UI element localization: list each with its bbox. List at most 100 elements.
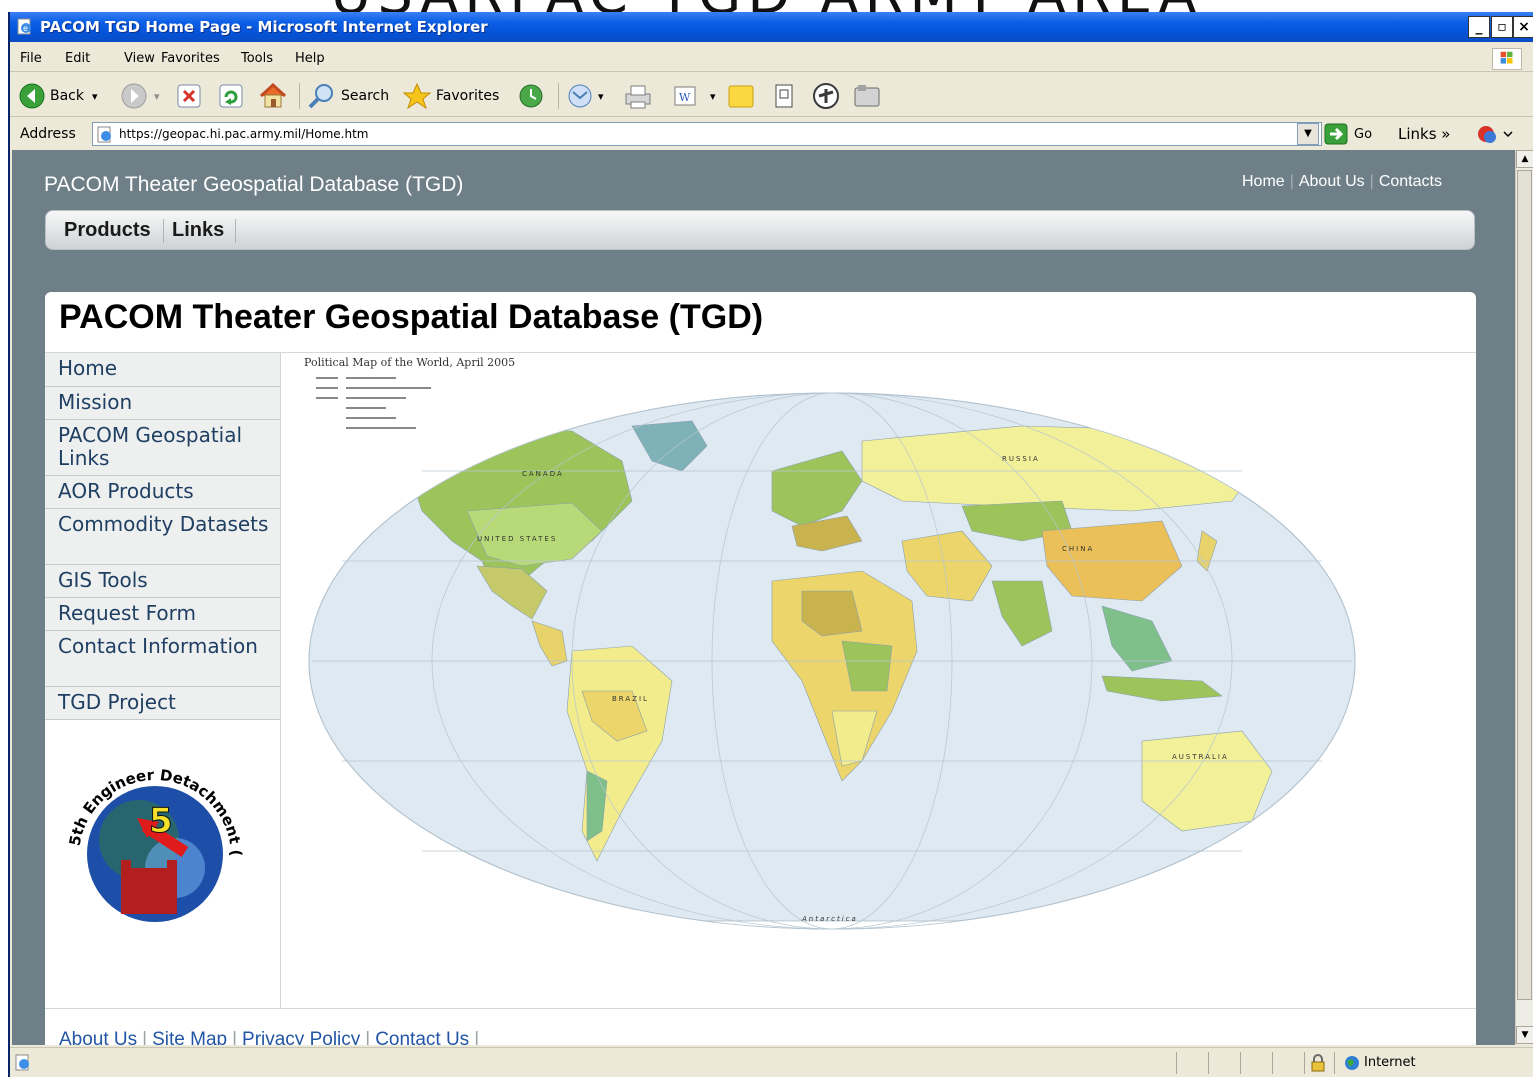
nav-tab-products[interactable]: Products (64, 219, 151, 242)
messenger-icon (813, 83, 839, 109)
footer-link-contact-us[interactable]: Contact Us (375, 1029, 469, 1045)
mail-button[interactable]: ▾ (566, 81, 604, 111)
menu-edit[interactable]: Edit (65, 51, 90, 66)
menu-help[interactable]: Help (295, 51, 325, 66)
word-edit-icon: W (674, 86, 696, 106)
stop-button[interactable] (176, 81, 202, 111)
world-political-map[interactable]: RUSSIA CANADA UNITED STATES CHINA BRAZIL… (302, 391, 1362, 951)
forward-button[interactable]: ▾ (120, 81, 160, 111)
sidebar-item-aor-products[interactable]: AOR Products (45, 476, 280, 509)
footer-links: About Us | Site Map | Privacy Policy | Contact… (59, 1029, 484, 1045)
research-button[interactable] (772, 81, 798, 111)
map-label-antarctica: Antarctica (801, 915, 858, 923)
lock-icon (1311, 1054, 1325, 1072)
top-link-contacts[interactable]: Contacts (1379, 173, 1442, 190)
sidebar-item-contact-information[interactable]: Contact Information (45, 631, 280, 687)
ie-page-icon (97, 126, 111, 143)
nav-tab-links[interactable]: Links (172, 219, 224, 242)
sidebar-item-label: GIS Tools (58, 568, 148, 592)
site-title: PACOM Theater Geospatial Database (TGD) (44, 173, 464, 196)
map-label-brazil: BRAZIL (612, 695, 649, 703)
top-links: Home | About Us | Contacts (1242, 173, 1442, 190)
logo-number: 5 (149, 801, 173, 841)
scroll-down-icon[interactable]: ▼ (1516, 1026, 1533, 1044)
sidebar-item-commodity-datasets[interactable]: Commodity Datasets (45, 509, 280, 565)
history-icon (519, 84, 543, 108)
vertical-scrollbar[interactable]: ▲ ▼ (1515, 150, 1533, 1045)
edit-dropdown-icon[interactable]: ▾ (710, 90, 716, 103)
sidebar-item-mission[interactable]: Mission (45, 387, 280, 420)
sidebar-item-label: Home (58, 356, 118, 380)
footer-link-privacy-policy[interactable]: Privacy Policy (242, 1029, 360, 1045)
top-link-about-us[interactable]: About Us (1299, 173, 1365, 190)
slide-title: USARPAC TGD ARMY AREA (0, 0, 1533, 12)
title-bar[interactable]: e PACOM TGD Home Page - Microsoft Intern… (10, 12, 1533, 42)
menu-file[interactable]: File (20, 51, 42, 66)
sidebar-item-tgd-project[interactable]: TGD Project (45, 687, 280, 720)
forward-dropdown-icon[interactable]: ▾ (154, 90, 160, 103)
top-link-home[interactable]: Home (1242, 173, 1285, 190)
map-label-australia: AUSTRALIA (1172, 753, 1229, 761)
menu-view[interactable]: View (124, 51, 155, 66)
sidebar-item-label: Mission (58, 390, 133, 414)
address-dropdown-icon[interactable]: ▼ (1297, 123, 1319, 145)
side-navigation: Home Mission PACOM Geospatial Links AOR … (45, 353, 281, 1008)
map-label-china: CHINA (1062, 545, 1094, 553)
page-viewport: PACOM Theater Geospatial Database (TGD) … (12, 150, 1516, 1045)
favorites-label: Favorites (436, 88, 500, 104)
back-dropdown-icon[interactable]: ▾ (92, 90, 98, 103)
map-label-canada: CANADA (522, 470, 564, 478)
content-panel: PACOM Theater Geospatial Database (TGD) … (45, 292, 1476, 1045)
svg-text:e: e (23, 24, 28, 33)
menu-tools[interactable]: Tools (241, 51, 273, 66)
footer-link-site-map[interactable]: Site Map (152, 1029, 227, 1045)
sidebar-item-label: TGD Project (58, 690, 176, 714)
home-button[interactable] (258, 81, 288, 111)
products-nav-strip: Products Links (45, 210, 1475, 250)
address-input[interactable]: https://geopac.hi.pac.army.mil/Home.htm (92, 122, 1322, 146)
back-label: Back (50, 88, 84, 104)
map-caption: Political Map of the World, April 2005 (304, 356, 516, 369)
history-button[interactable] (516, 81, 546, 111)
scroll-up-icon[interactable]: ▲ (1516, 150, 1533, 168)
sidebar-item-label: AOR Products (58, 479, 194, 503)
menu-favorites[interactable]: Favorites (161, 51, 220, 66)
go-button[interactable]: Go (1324, 123, 1372, 145)
standard-toolbar: Back ▾ ▾ Search Favorites ▾ W ▾ (10, 75, 1533, 117)
sidebar-item-home[interactable]: Home (45, 353, 280, 387)
sidebar-item-gis-tools[interactable]: GIS Tools (45, 565, 280, 598)
edit-button[interactable]: W ▾ (670, 81, 716, 111)
zone-label: Internet (1364, 1055, 1416, 1070)
links-toolbar-button[interactable]: Links » (1398, 125, 1450, 143)
browser-window: e PACOM TGD Home Page - Microsoft Intern… (8, 12, 1533, 1077)
search-button[interactable]: Search (307, 81, 389, 111)
internet-globe-icon (1345, 1056, 1359, 1070)
world-map-area: Political Map of the World, April 2005 R… (282, 353, 1476, 1008)
messenger-button[interactable] (810, 81, 842, 111)
slide-title-strip: USARPAC TGD ARMY AREA (0, 0, 1533, 12)
print-button[interactable] (622, 81, 654, 111)
windows-flag-icon (1492, 48, 1522, 70)
menu-bar: File Edit View Favorites Tools Help (10, 46, 1533, 72)
scroll-thumb[interactable] (1517, 170, 1532, 1000)
minimize-button[interactable]: _ (1468, 16, 1490, 38)
sidebar-item-label: Request Form (58, 601, 196, 625)
favorites-button[interactable]: Favorites (402, 81, 499, 111)
sidebar-item-label: Contact Information (58, 634, 258, 658)
map-label-russia: RUSSIA (1002, 455, 1040, 463)
sidebar-item-pacom-geospatial-links[interactable]: PACOM Geospatial Links (45, 420, 280, 476)
close-button[interactable]: × (1513, 16, 1533, 38)
back-button[interactable]: Back ▾ (18, 81, 98, 111)
forward-arrow-icon (121, 83, 147, 109)
home-icon (259, 82, 287, 108)
mail-dropdown-icon[interactable]: ▾ (598, 90, 604, 103)
discuss-button[interactable] (726, 81, 756, 111)
maximize-button[interactable]: ▫ (1491, 16, 1513, 38)
refresh-button[interactable] (218, 81, 244, 111)
svg-text:W: W (679, 91, 691, 104)
footer-link-about-us[interactable]: About Us (59, 1029, 137, 1045)
mail-icon (568, 84, 592, 108)
sidebar-item-request-form[interactable]: Request Form (45, 598, 280, 631)
photo-button[interactable] (852, 81, 884, 111)
translate-button[interactable] (1476, 123, 1516, 149)
